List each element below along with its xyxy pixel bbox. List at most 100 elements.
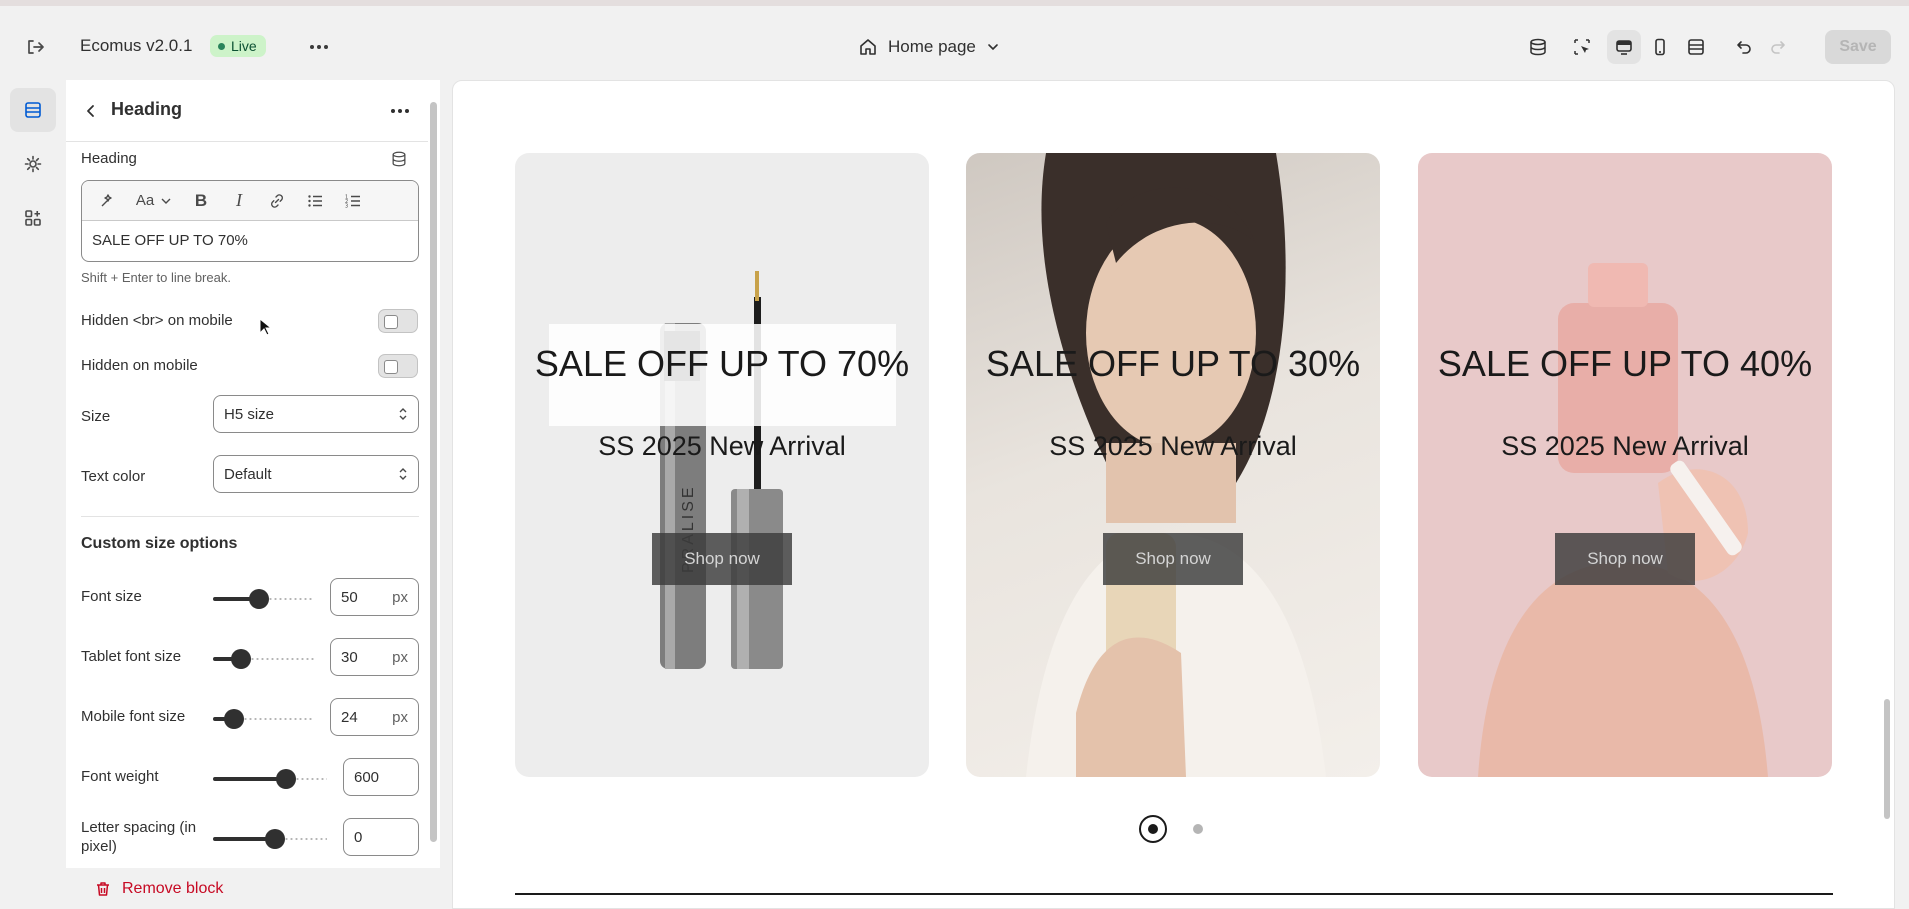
font-weight-value: 600 [354, 768, 380, 786]
mobile-font-size-input[interactable]: 24 px [330, 698, 419, 736]
settings-icon[interactable] [10, 142, 56, 186]
font-size-value: 50 [341, 588, 358, 606]
back-icon[interactable] [78, 98, 104, 124]
remove-block-label: Remove block [122, 879, 224, 897]
mascara-product-image: PRALISE [660, 271, 783, 669]
page-selector[interactable]: Home page [858, 32, 1000, 62]
mobile-font-size-label: Mobile font size [81, 708, 186, 725]
mouse-cursor-icon [259, 318, 271, 336]
sections-icon[interactable] [10, 88, 56, 132]
card-2-shop-button[interactable]: Shop now [1103, 533, 1243, 585]
font-size-slider-thumb[interactable] [249, 589, 269, 609]
database-icon[interactable] [1521, 30, 1555, 64]
pagination-dot-active[interactable] [1139, 815, 1167, 843]
letter-spacing-label: Letter spacing (in pixel) [81, 819, 197, 855]
model-photo [1026, 153, 1326, 777]
section-divider [515, 893, 1833, 895]
numbered-list-icon[interactable]: 123 [338, 186, 368, 216]
card-3-subtitle[interactable]: SS 2025 New Arrival [1418, 431, 1832, 462]
toggle-label-hidden-mobile: Hidden on mobile [81, 357, 198, 374]
tablet-font-size-slider-thumb[interactable] [231, 649, 251, 669]
promo-card-1[interactable]: PRALISE SALE OFF UP TO 70% SS 2025 New A… [515, 153, 929, 777]
top-toolbar: Save [1521, 30, 1909, 64]
size-label: Size [81, 408, 111, 425]
promo-card-3[interactable]: SALE OFF UP TO 40% SS 2025 New Arrival S… [1418, 153, 1832, 777]
mobile-font-size-track[interactable] [233, 717, 314, 721]
font-weight-track-fill [213, 777, 285, 781]
serum-product-photo [1478, 263, 1768, 777]
redo-icon[interactable] [1761, 30, 1795, 64]
home-icon [858, 37, 878, 57]
rich-text-editor: Aa B I 123 SALE OFF UP TO 70% [81, 180, 419, 262]
heading-text-input[interactable]: SALE OFF UP TO 70% [82, 221, 418, 260]
exit-icon[interactable] [22, 34, 48, 60]
tablet-font-size-input[interactable]: 30 px [330, 638, 419, 676]
tablet-font-size-unit: px [392, 648, 408, 666]
bullet-list-icon[interactable] [300, 186, 330, 216]
top-bar: Ecomus v2.0.1 Live Home page Save [0, 0, 1909, 80]
ai-magic-icon[interactable] [92, 186, 122, 216]
size-select[interactable]: H5 size [213, 395, 419, 433]
mobile-font-size-unit: px [392, 708, 408, 726]
editor-toolbar: Aa B I 123 [82, 181, 418, 221]
panel-more-icon[interactable] [386, 98, 414, 124]
bold-icon[interactable]: B [186, 186, 216, 216]
desktop-icon[interactable] [1607, 30, 1641, 64]
app-title: Ecomus v2.0.1 [80, 36, 193, 55]
svg-text:3: 3 [345, 203, 348, 209]
preview-scrollbar-thumb[interactable] [1884, 699, 1890, 819]
chevron-down-icon [986, 40, 1000, 54]
card-1-subtitle[interactable]: SS 2025 New Arrival [515, 431, 929, 462]
text-color-value: Default [224, 465, 272, 483]
card-2-heading[interactable]: SALE OFF UP TO 30% [966, 343, 1380, 385]
status-badge: Live [210, 35, 266, 57]
size-select-value: H5 size [224, 405, 275, 423]
letter-spacing-slider-thumb[interactable] [265, 829, 285, 849]
inspector-icon[interactable] [1565, 30, 1599, 64]
apps-icon[interactable] [10, 196, 56, 240]
hidden-mobile-toggle[interactable] [378, 354, 418, 378]
trash-icon [94, 880, 112, 898]
live-dot-icon [218, 42, 225, 50]
font-weight-slider-thumb[interactable] [276, 769, 296, 789]
card-2-subtitle[interactable]: SS 2025 New Arrival [966, 431, 1380, 462]
mobile-font-size-slider-thumb[interactable] [224, 709, 244, 729]
card-3-heading[interactable]: SALE OFF UP TO 40% [1418, 343, 1832, 385]
card-3-shop-button[interactable]: Shop now [1555, 533, 1695, 585]
more-icon[interactable] [306, 34, 332, 60]
letter-spacing-input[interactable]: 0 [343, 818, 419, 856]
panel-title: Heading [111, 99, 183, 119]
remove-block-button[interactable]: Remove block [66, 868, 440, 909]
settings-panel: Heading Heading Aa B I 1 2 3 SALE OFF UP… [66, 80, 428, 868]
device-switcher [1607, 30, 1713, 64]
preview-scrollbar[interactable] [1880, 81, 1894, 908]
slider-pagination [1139, 815, 1203, 843]
panel-scrollbar-thumb[interactable] [430, 102, 437, 842]
save-button[interactable]: Save [1825, 30, 1891, 64]
font-weight-input[interactable]: 600 [343, 758, 419, 796]
link-icon[interactable] [262, 186, 292, 216]
hidden-br-mobile-toggle[interactable] [378, 309, 418, 333]
undo-icon[interactable] [1727, 30, 1761, 64]
preview-canvas: PRALISE SALE OFF UP TO 70% SS 2025 New A… [452, 80, 1895, 909]
heading-field-label: Heading [81, 150, 137, 167]
left-rail [0, 80, 66, 909]
font-size-input[interactable]: 50 px [330, 578, 419, 616]
mobile-icon[interactable] [1643, 30, 1677, 64]
letter-spacing-value: 0 [354, 828, 363, 846]
select-arrows-icon [398, 406, 408, 422]
dynamic-source-icon[interactable] [390, 150, 408, 168]
panel-scrollbar[interactable] [428, 80, 440, 868]
promo-card-2[interactable]: SALE OFF UP TO 30% SS 2025 New Arrival S… [966, 153, 1380, 777]
italic-icon[interactable]: I [224, 186, 254, 216]
card-1-shop-button[interactable]: Shop now [652, 533, 792, 585]
text-color-select[interactable]: Default [213, 455, 419, 493]
status-text: Live [231, 38, 257, 54]
card-1-heading[interactable]: SALE OFF UP TO 70% [515, 343, 929, 385]
pagination-dot[interactable] [1193, 824, 1203, 834]
tablet-font-size-label: Tablet font size [81, 648, 182, 665]
text-format-icon[interactable]: Aa [130, 186, 178, 216]
custom-size-section-title: Custom size options [81, 535, 238, 552]
tablet-font-size-track[interactable] [240, 657, 314, 661]
fullwidth-icon[interactable] [1679, 30, 1713, 64]
